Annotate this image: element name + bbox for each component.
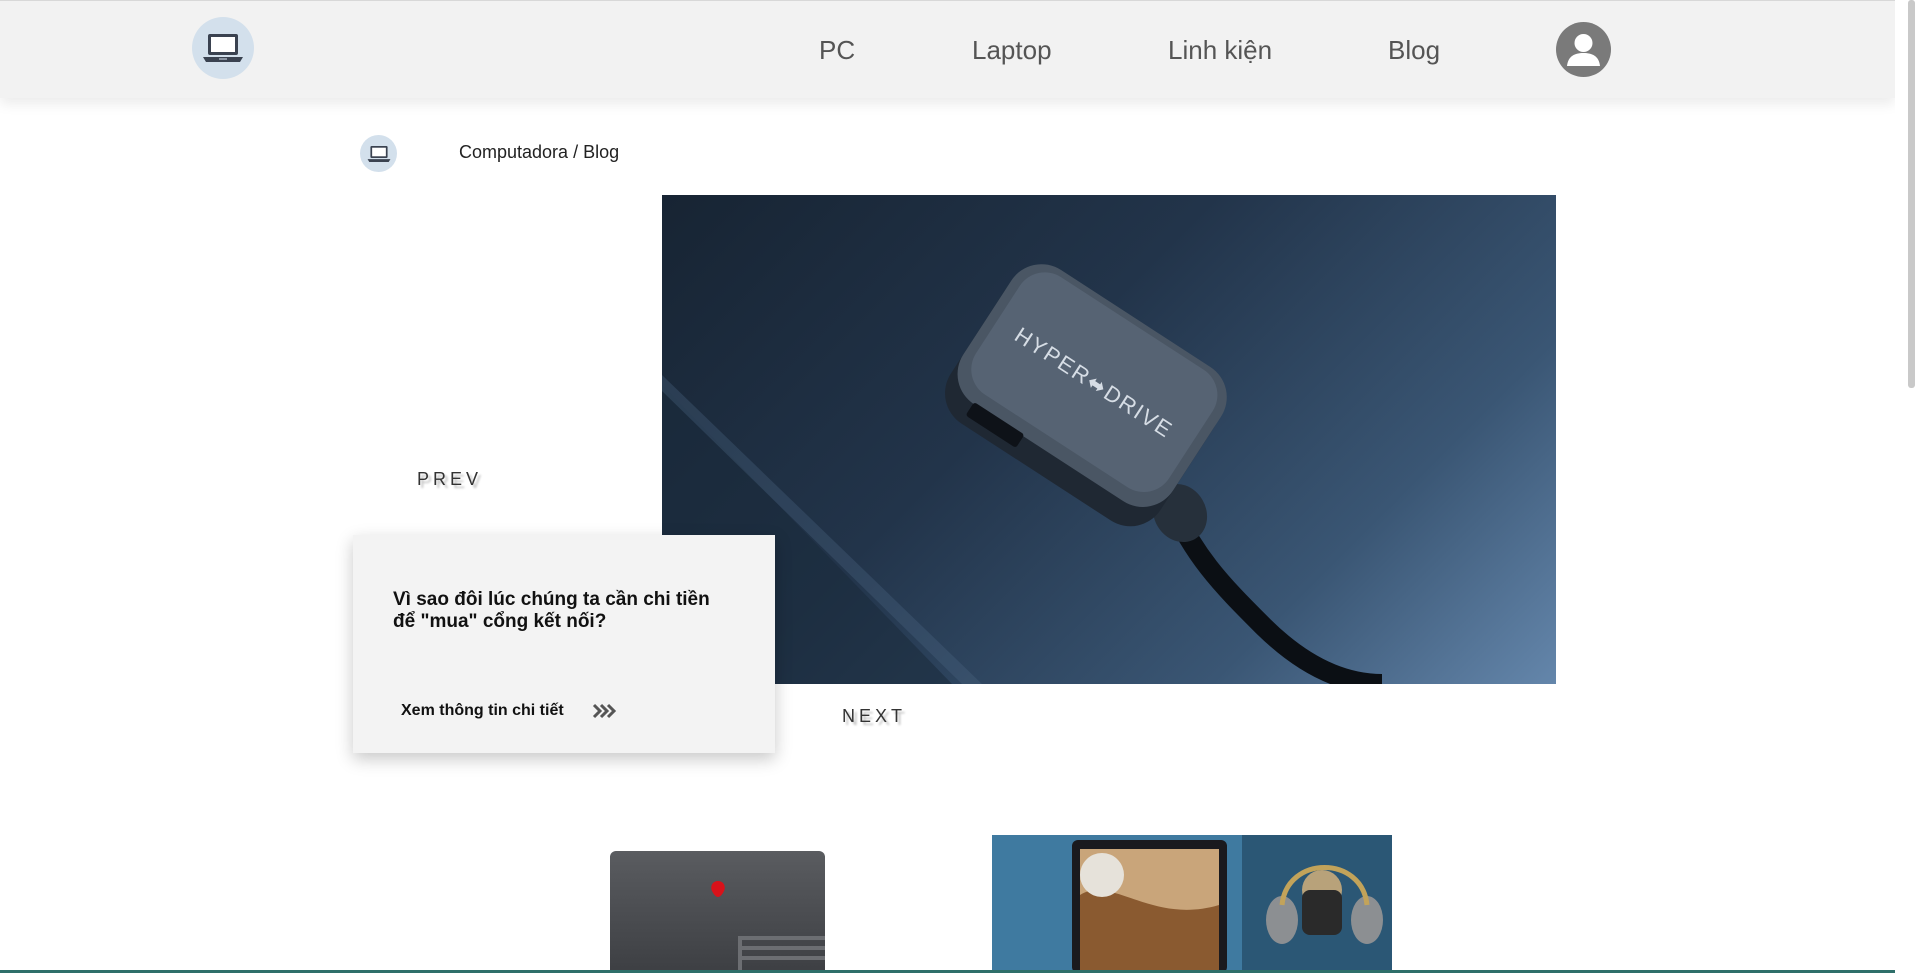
read-more-link[interactable]: Xem thông tin chi tiết: [401, 702, 618, 720]
breadcrumb: Computadora / Blog: [459, 142, 619, 163]
laptop-icon: [367, 145, 390, 162]
nav-item-blog[interactable]: Blog: [1388, 35, 1440, 66]
blog-post-card: Vì sao đôi lúc chúng ta cần chi tiền để …: [353, 535, 775, 753]
laptop-lid-photo: [711, 881, 825, 973]
breadcrumb-separator: /: [568, 142, 584, 162]
laptop-desk-photo: [992, 835, 1392, 973]
breadcrumb-home-link[interactable]: Computadora: [459, 142, 568, 162]
breadcrumb-logo[interactable]: [360, 135, 397, 172]
nav-item-pc[interactable]: PC: [819, 35, 855, 66]
breadcrumb-current[interactable]: Blog: [583, 142, 619, 162]
site-header: PC Laptop Linh kiện Blog: [0, 0, 1895, 98]
blog-thumbnail-laptop-desk[interactable]: [992, 835, 1392, 973]
blog-post-title: Vì sao đôi lúc chúng ta cần chi tiền để …: [393, 589, 710, 632]
slider-next-button[interactable]: NEXT: [842, 706, 906, 727]
blog-thumbnail-laptop-lid[interactable]: [610, 851, 825, 973]
site-logo[interactable]: [192, 17, 254, 79]
nav-item-laptop[interactable]: Laptop: [972, 35, 1052, 66]
triple-chevron-right-icon: [592, 703, 616, 719]
slider-prev-button[interactable]: PREV: [417, 469, 482, 490]
scrollbar-thumb[interactable]: [1908, 0, 1915, 388]
nav-item-linh-kien[interactable]: Linh kiện: [1168, 35, 1272, 66]
usb-adapter-photo: HYPER⬌DRIVE: [662, 264, 1383, 684]
blog-slide-image[interactable]: HYPER⬌DRIVE: [662, 195, 1556, 684]
laptop-icon: [203, 34, 243, 62]
read-more-label: Xem thông tin chi tiết: [401, 702, 564, 719]
user-avatar[interactable]: [1556, 22, 1611, 77]
user-icon: [1567, 34, 1600, 66]
